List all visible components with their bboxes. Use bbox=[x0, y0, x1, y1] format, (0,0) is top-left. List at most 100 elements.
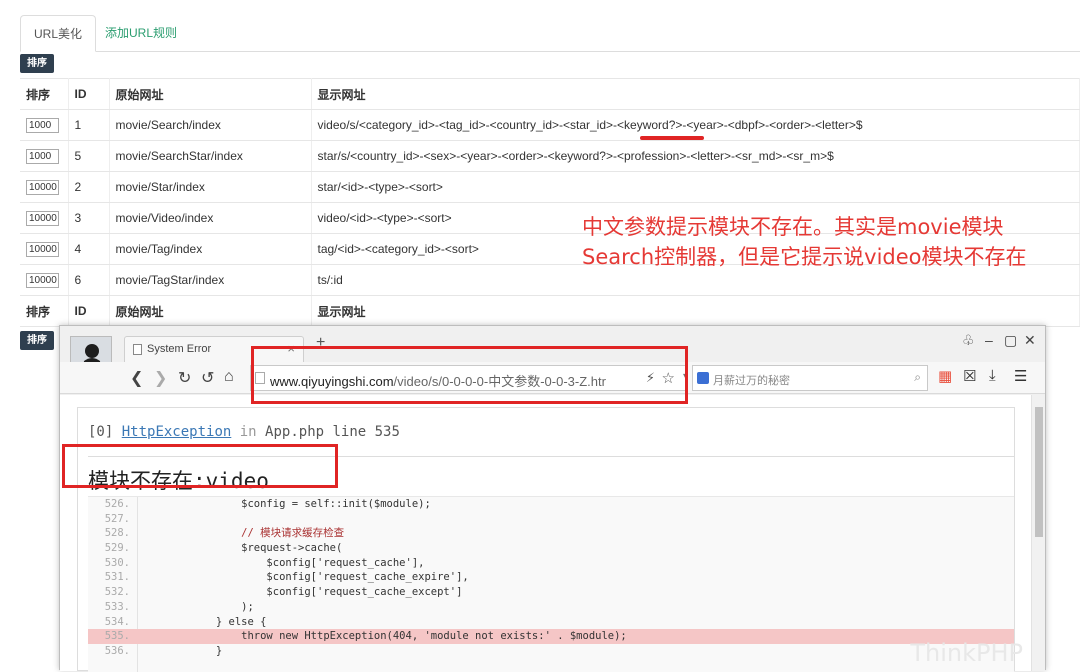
document-icon bbox=[133, 344, 142, 355]
original-url-cell: movie/Tag/index bbox=[109, 233, 312, 265]
exception-header: [0] HttpException in App.php line 535 bbox=[88, 424, 400, 440]
code-line: 533. ); bbox=[88, 600, 1014, 615]
extension-icon[interactable]: ☒ bbox=[963, 367, 976, 385]
search-icon[interactable]: ⌕ bbox=[914, 370, 921, 385]
id-cell: 5 bbox=[68, 140, 110, 172]
code-line: 528. // 模块请求缓存检查 bbox=[88, 526, 1014, 541]
line-number: 529. bbox=[104, 542, 130, 555]
sort-cell: 10000 bbox=[20, 202, 69, 234]
sort-button-top[interactable]: 排序 bbox=[20, 54, 54, 73]
original-url-cell: movie/Search/index bbox=[109, 109, 312, 141]
sort-input[interactable]: 10000 bbox=[26, 272, 59, 288]
sort-input[interactable]: 10000 bbox=[26, 241, 59, 257]
footer-id: ID bbox=[68, 295, 110, 327]
download-icon[interactable]: ⤓ bbox=[989, 367, 996, 384]
code-line: 526. $config = self::init($module); bbox=[88, 497, 1014, 512]
source-code-block: 526. $config = self::init($module); 527. 5… bbox=[88, 496, 1014, 672]
vertical-scrollbar[interactable] bbox=[1031, 395, 1045, 671]
sort-cell: 1000 bbox=[20, 109, 69, 141]
header-display-url: 显示网址 bbox=[311, 78, 1080, 110]
sort-input[interactable]: 10000 bbox=[26, 179, 59, 195]
original-url-cell: movie/Video/index bbox=[109, 202, 312, 234]
code-line: 529. $request->cache( bbox=[88, 541, 1014, 556]
code-lines: 526. $config = self::init($module); 527. 5… bbox=[88, 497, 1014, 659]
sort-cell: 10000 bbox=[20, 233, 69, 265]
menu-icon[interactable]: ☰ bbox=[1014, 367, 1027, 385]
footer-sort: 排序 bbox=[20, 295, 69, 327]
code-text: $config = self::init($module); bbox=[140, 498, 431, 510]
code-text: $request->cache( bbox=[140, 542, 343, 555]
apps-icon[interactable]: ▦ bbox=[938, 367, 952, 385]
search-box[interactable]: 月薪过万的秘密 ⌕ bbox=[692, 365, 928, 391]
back-icon[interactable]: ❮ bbox=[130, 368, 143, 388]
id-cell: 2 bbox=[68, 171, 110, 203]
id-cell: 4 bbox=[68, 233, 110, 265]
line-number: 536. bbox=[104, 644, 130, 657]
home-icon[interactable]: ⌂ bbox=[224, 368, 234, 386]
table-header-row: 排序 ID 原始网址 显示网址 bbox=[20, 78, 1080, 110]
sort-input[interactable]: 1000 bbox=[26, 117, 59, 133]
display-url-cell: star/s/<country_id>-<sex>-<year>-<order>… bbox=[311, 140, 1080, 172]
table-row: 1000 5 movie/SearchStar/index star/s/<co… bbox=[20, 140, 1080, 172]
minimize-icon[interactable]: – bbox=[985, 332, 993, 348]
maximize-icon[interactable]: ▢ bbox=[1004, 332, 1017, 349]
header-original-url: 原始网址 bbox=[109, 78, 312, 110]
line-number: 530. bbox=[104, 556, 130, 569]
tab-add-url-rule[interactable]: 添加URL规则 bbox=[92, 15, 190, 52]
code-line: 530. $config['request_cache'], bbox=[88, 556, 1014, 571]
tab-url-beautify[interactable]: URL美化 bbox=[20, 15, 97, 52]
id-cell: 6 bbox=[68, 264, 110, 296]
code-text: } else { bbox=[140, 615, 267, 628]
search-engine-icon bbox=[697, 372, 709, 384]
thinkphp-watermark: ThinkPHP bbox=[910, 639, 1023, 667]
footer-original-url: 原始网址 bbox=[109, 295, 312, 327]
annotation-line-2: Search控制器，但是它提示说video模块不存在 bbox=[582, 245, 1027, 269]
page-content: [0] HttpException in App.php line 535 模块… bbox=[60, 395, 1033, 672]
reload-icon[interactable]: ↻ bbox=[178, 368, 191, 388]
original-url-cell: movie/SearchStar/index bbox=[109, 140, 312, 172]
id-cell: 3 bbox=[68, 202, 110, 234]
line-number: 528. bbox=[104, 527, 130, 540]
skin-icon[interactable]: ♧ bbox=[962, 332, 975, 349]
sort-cell: 10000 bbox=[20, 264, 69, 296]
sort-input[interactable]: 1000 bbox=[26, 148, 59, 164]
header-sort: 排序 bbox=[20, 78, 69, 110]
url-rules-table: 排序 ID 原始网址 显示网址 1000 1 movie/Search/inde… bbox=[20, 78, 1080, 327]
line-number: 533. bbox=[104, 600, 130, 613]
header-id: ID bbox=[68, 78, 110, 110]
tab-bar: URL美化 添加URL规则 bbox=[20, 15, 1080, 52]
red-annotation: 中文参数提示模块不存在。其实是movie模块 Search控制器，但是它提示说v… bbox=[582, 212, 1027, 272]
line-number: 534. bbox=[104, 615, 130, 628]
forward-icon[interactable]: ❯ bbox=[154, 368, 167, 388]
exception-index: [0] bbox=[88, 424, 114, 440]
line-number: 526. bbox=[104, 498, 130, 510]
original-url-cell: movie/Star/index bbox=[109, 171, 312, 203]
undo-icon[interactable]: ↺ bbox=[201, 368, 214, 388]
code-text: $config['request_cache_except'] bbox=[140, 586, 463, 599]
table-footer-row: 排序 ID 原始网址 显示网址 bbox=[20, 295, 1080, 327]
code-text: } bbox=[140, 644, 223, 657]
code-line: 534. } else { bbox=[88, 615, 1014, 630]
code-line: 536. } bbox=[88, 644, 1014, 659]
code-line: 527. bbox=[88, 512, 1014, 527]
table-row: 10000 2 movie/Star/index star/<id>-<type… bbox=[20, 171, 1080, 203]
error-highlight-box bbox=[62, 444, 338, 488]
code-text: throw new HttpException(404, 'module not… bbox=[140, 630, 627, 643]
display-url-cell: star/<id>-<type>-<sort> bbox=[311, 171, 1080, 203]
sort-input[interactable]: 10000 bbox=[26, 210, 59, 226]
line-number: 531. bbox=[104, 571, 130, 584]
line-number: 527. bbox=[104, 512, 130, 525]
exception-class-link[interactable]: HttpException bbox=[122, 424, 232, 440]
id-cell: 1 bbox=[68, 109, 110, 141]
code-line: 532. $config['request_cache_except'] bbox=[88, 585, 1014, 600]
code-text: $config['request_cache'], bbox=[140, 556, 425, 569]
code-line: 535. throw new HttpException(404, 'modul… bbox=[88, 629, 1014, 644]
line-number: 535. bbox=[104, 630, 130, 643]
table-row: 1000 1 movie/Search/index video/s/<categ… bbox=[20, 109, 1080, 141]
url-highlight-box bbox=[251, 346, 688, 404]
sort-button-bottom[interactable]: 排序 bbox=[20, 331, 54, 350]
keyword-underline-mark bbox=[640, 136, 704, 140]
close-window-icon[interactable]: ✕ bbox=[1024, 332, 1036, 349]
code-line: 531. $config['request_cache_expire'], bbox=[88, 570, 1014, 585]
scrollbar-thumb[interactable] bbox=[1035, 407, 1043, 537]
